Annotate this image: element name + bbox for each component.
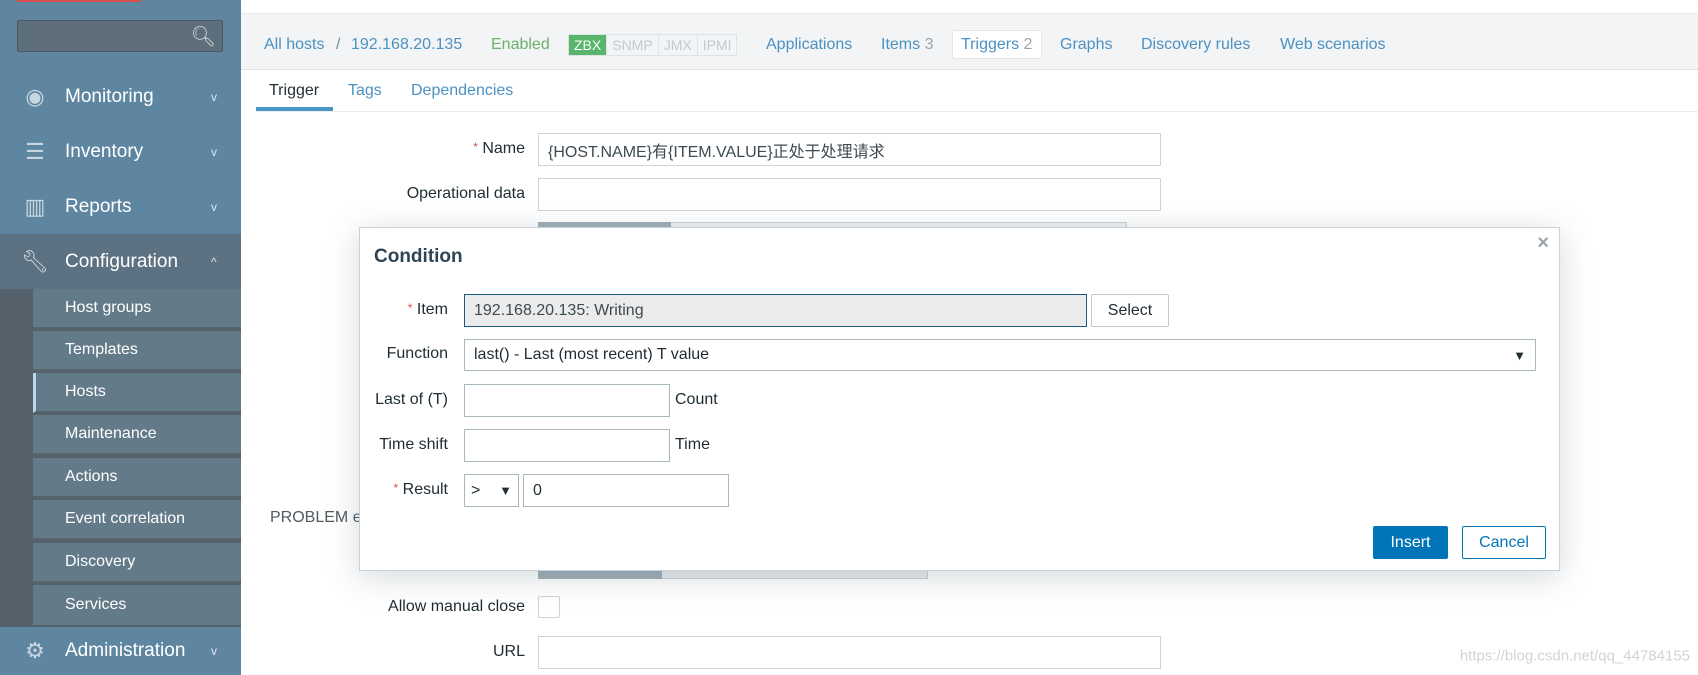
logo-strip	[17, 0, 141, 2]
dialog-title: Condition	[374, 246, 463, 267]
submenu-services[interactable]: Services	[33, 585, 241, 625]
allow-manual-close-label: Allow manual close	[388, 598, 525, 615]
nav-reports[interactable]: ▥ Reports v	[0, 179, 241, 234]
nav-label: Configuration	[65, 250, 179, 272]
function-label: Function	[386, 345, 448, 362]
wrench-icon: 🔧︎	[21, 248, 49, 274]
time-shift-label: Time shift	[379, 436, 448, 453]
last-of-unit: Count	[675, 391, 718, 408]
submenu-maintenance[interactable]: Maintenance	[33, 415, 241, 455]
scrollbar-thumb[interactable]	[538, 570, 662, 579]
search-icon[interactable]: 🔍︎	[191, 24, 216, 49]
availability-badges: ZBX SNMP JMX IPMI	[568, 34, 738, 56]
name-input[interactable]: {HOST.NAME}有{ITEM.VALUE}正处于处理请求	[538, 133, 1161, 166]
link-web-scenarios[interactable]: Web scenarios	[1280, 36, 1386, 54]
triggers-count: 2	[1023, 36, 1033, 53]
active-tab-indicator	[256, 107, 333, 111]
name-label: * Name	[473, 140, 525, 157]
eye-icon: ◉	[25, 83, 45, 109]
allow-manual-close-checkbox[interactable]	[538, 596, 560, 618]
bar-chart-icon: ▥	[24, 193, 46, 219]
breadcrumb-host[interactable]: 192.168.20.135	[351, 36, 462, 54]
condition-dialog: × Condition * Item 192.168.20.135: Writi…	[359, 227, 1560, 571]
badge-jmx: JMX	[659, 35, 698, 55]
item-input[interactable]: 192.168.20.135: Writing	[464, 294, 1087, 327]
chevron-down-icon: v	[211, 199, 217, 214]
close-icon[interactable]: ×	[1537, 232, 1549, 255]
nav-label: Inventory	[65, 140, 144, 162]
nav-label: Administration	[65, 640, 186, 661]
nav-configuration[interactable]: 🔧︎ Configuration ^	[0, 234, 241, 289]
items-count: 3	[924, 36, 934, 53]
submenu-event-correlation[interactable]: Event correlation	[33, 500, 241, 540]
item-label: * Item	[407, 301, 448, 318]
result-operator-select[interactable]: > ▼	[464, 474, 519, 507]
operational-data-input[interactable]	[538, 178, 1161, 211]
insert-button[interactable]: Insert	[1373, 526, 1448, 559]
link-label: Triggers	[961, 36, 1020, 53]
url-label: URL	[492, 643, 525, 660]
operational-data-label: Operational data	[406, 185, 525, 202]
submenu-templates[interactable]: Templates	[33, 331, 241, 371]
select-button[interactable]: Select	[1091, 294, 1169, 327]
breadcrumb-separator: /	[336, 36, 341, 53]
link-items[interactable]: Items 3	[881, 36, 933, 54]
tab-dependencies[interactable]: Dependencies	[411, 82, 513, 100]
chevron-down-icon: v	[211, 144, 217, 159]
time-shift-input[interactable]	[464, 429, 670, 462]
submenu-actions[interactable]: Actions	[33, 458, 241, 498]
url-input[interactable]	[538, 636, 1161, 669]
breadcrumb-all-hosts[interactable]: All hosts	[264, 36, 324, 54]
link-label: Items	[881, 36, 921, 53]
chevron-up-icon: ^	[211, 254, 217, 269]
tab-tags[interactable]: Tags	[348, 82, 382, 100]
nav-monitoring[interactable]: ◉ Monitoring v	[0, 69, 241, 124]
host-status[interactable]: Enabled	[491, 36, 550, 54]
gear-icon: ⚙	[25, 638, 45, 663]
nav-label: Monitoring	[65, 85, 154, 107]
operator-value: >	[471, 481, 481, 499]
time-shift-unit: Time	[675, 436, 710, 453]
link-triggers[interactable]: Triggers 2	[961, 36, 1032, 54]
function-select[interactable]: last() - Last (most recent) T value ▼	[464, 339, 1536, 371]
chevron-down-icon: v	[211, 89, 217, 104]
link-applications[interactable]: Applications	[766, 36, 852, 54]
cancel-button[interactable]: Cancel	[1462, 526, 1546, 559]
submenu-host-groups[interactable]: Host groups	[33, 289, 241, 329]
nav-label: Reports	[65, 195, 132, 217]
list-icon: ☰	[25, 138, 45, 164]
nav-inventory[interactable]: ☰ Inventory v	[0, 124, 241, 179]
badge-ipmi: IPMI	[702, 37, 732, 53]
submenu-discovery[interactable]: Discovery	[33, 543, 241, 583]
result-value-input[interactable]: 0	[523, 474, 729, 507]
submenu-hosts[interactable]: Hosts	[33, 373, 241, 413]
link-graphs[interactable]: Graphs	[1060, 36, 1112, 54]
watermark: https://blog.csdn.net/qq_44784155	[1459, 647, 1690, 665]
badge-zbx: ZBX	[569, 35, 608, 55]
dropdown-arrow-icon: ▼	[1513, 347, 1526, 363]
problem-expression-label: PROBLEM e	[270, 509, 362, 526]
result-label: * Result	[393, 481, 448, 498]
search-input[interactable]: 🔍︎	[17, 20, 223, 52]
function-value: last() - Last (most recent) T value	[474, 346, 710, 363]
last-of-input[interactable]	[464, 384, 670, 417]
top-bar	[241, 0, 1698, 13]
tab-trigger[interactable]: Trigger	[269, 82, 319, 100]
last-of-label: Last of (T)	[375, 391, 448, 408]
badge-snmp: SNMP	[607, 35, 659, 55]
dropdown-arrow-icon: ▼	[499, 483, 512, 498]
chevron-down-icon: v	[211, 644, 217, 658]
link-discovery-rules[interactable]: Discovery rules	[1141, 36, 1250, 54]
nav-administration[interactable]: ⚙ Administration v	[0, 627, 241, 675]
